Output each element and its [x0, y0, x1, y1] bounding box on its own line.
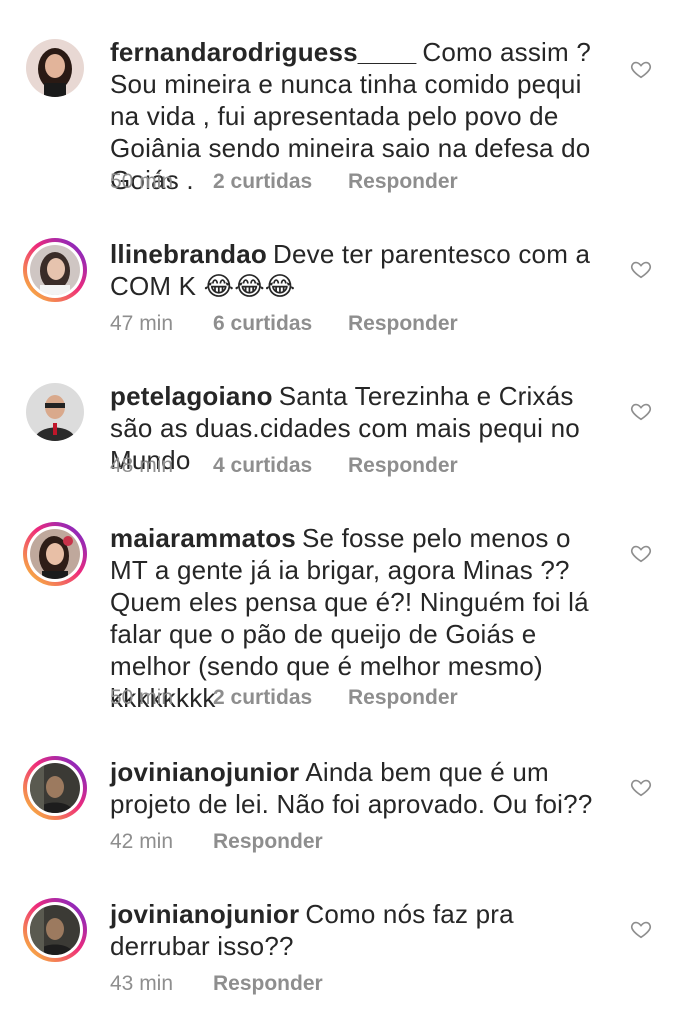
- heart-outline-icon[interactable]: [630, 258, 652, 280]
- comment-username[interactable]: petelagoiano: [110, 381, 273, 411]
- reply-button[interactable]: Responder: [213, 972, 323, 996]
- comment-likes[interactable]: 2 curtidas: [213, 686, 312, 710]
- reply-button[interactable]: Responder: [213, 830, 323, 854]
- comment-username[interactable]: maiarammatos: [110, 523, 296, 553]
- reply-button[interactable]: Responder: [348, 170, 458, 194]
- comment-username[interactable]: jovinianojunior: [110, 899, 299, 929]
- comment-likes[interactable]: 2 curtidas: [213, 170, 312, 194]
- comment-body: jovinianojunior Como nós faz pra derrubar…: [110, 898, 610, 962]
- avatar-photo: [30, 763, 80, 813]
- comment-username[interactable]: jovinianojunior: [110, 757, 299, 787]
- comment-body: llinebrandao Deve ter parentesco com a CO…: [110, 238, 610, 302]
- reply-button[interactable]: Responder: [348, 454, 458, 478]
- comment-time: 43 min: [110, 972, 174, 995]
- heart-outline-icon[interactable]: [630, 58, 652, 80]
- reply-button[interactable]: Responder: [348, 686, 458, 710]
- comment-time: 47 min: [110, 312, 174, 335]
- comment-time: 48 min: [110, 454, 174, 477]
- comment-time: 50 min: [110, 686, 174, 709]
- avatar[interactable]: [23, 238, 87, 302]
- avatar-photo: [30, 905, 80, 955]
- comment-likes[interactable]: 4 curtidas: [213, 454, 312, 478]
- avatar[interactable]: [23, 36, 87, 100]
- avatar[interactable]: [23, 756, 87, 820]
- comment-body: jovinianojunior Ainda bem que é um projet…: [110, 756, 610, 820]
- comment-time: 50 min: [110, 170, 174, 193]
- reply-button[interactable]: Responder: [348, 312, 458, 336]
- comment-likes[interactable]: 6 curtidas: [213, 312, 312, 336]
- comment-time: 42 min: [110, 830, 174, 853]
- comment-username[interactable]: fernandarodriguess____: [110, 37, 416, 67]
- heart-outline-icon[interactable]: [630, 400, 652, 422]
- avatar[interactable]: [23, 380, 87, 444]
- avatar-photo: [26, 39, 84, 97]
- avatar-photo: [30, 529, 80, 579]
- avatar[interactable]: [23, 898, 87, 962]
- avatar[interactable]: [23, 522, 87, 586]
- heart-outline-icon[interactable]: [630, 918, 652, 940]
- comment-username[interactable]: llinebrandao: [110, 239, 267, 269]
- avatar-photo: [26, 383, 84, 441]
- heart-outline-icon[interactable]: [630, 542, 652, 564]
- avatar-photo: [30, 245, 80, 295]
- heart-outline-icon[interactable]: [630, 776, 652, 798]
